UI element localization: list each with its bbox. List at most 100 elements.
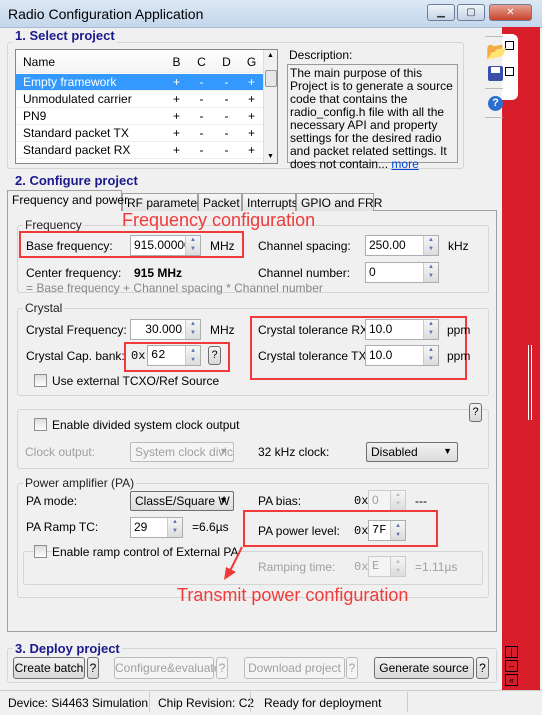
cell-b: + [172,75,180,89]
channel-number-label: Channel number: [258,266,351,280]
download-help-button[interactable]: ? [346,657,358,679]
tolerance-tx-input[interactable]: 10.0 ▲ ▼ [365,345,439,366]
power-annotation: Transmit power configuration [177,585,409,605]
column-d[interactable]: D [214,55,239,69]
more-link[interactable]: more [391,157,418,171]
configure-help-button[interactable]: ? [216,657,228,679]
tolerance-rx-label: Crystal tolerance RX: [258,323,372,337]
status-state: Ready for deployment [264,696,382,710]
project-table[interactable]: Name B C D G Empty framework + - - + Unmodula… [15,49,278,164]
cell-d: - [224,109,229,123]
save-icon[interactable] [488,66,503,81]
spinner[interactable]: ▲ ▼ [185,236,200,255]
status-chip-revision: Chip Revision: C2 [158,696,255,710]
divided-clock-label: Enable divided system clock output [52,418,242,432]
spinner[interactable]: ▲ ▼ [423,320,438,339]
collapse-button[interactable]: « [505,674,518,686]
pa-power-input[interactable]: 7F ▲ ▼ [368,520,406,541]
unit-label: ppm [447,349,471,363]
maximize-button[interactable]: ▢ [457,4,485,21]
create-batch-help-button[interactable]: ? [87,657,99,679]
channel-number-input[interactable]: 0 ▲ ▼ [365,262,439,283]
tcxo-checkbox[interactable] [34,374,47,387]
tab-rf-parameters[interactable]: RF parameters [122,193,207,211]
channel-spacing-label: Channel spacing: [258,239,351,253]
table-scrollbar[interactable]: ▲ ▼ [263,50,277,163]
pa-bias-label: PA bias: [258,494,302,508]
base-frequency-input[interactable]: 915.00000 ▲ ▼ [130,235,201,256]
close-button[interactable]: ✕ [489,4,532,21]
tab-gpio-and-frr[interactable]: GPIO and FRR [296,193,382,211]
cell-d: - [224,92,229,106]
table-row[interactable]: Standard packet RX + - - + [16,142,263,159]
clock-output-select[interactable]: System clock divic ▼ [130,442,234,462]
clock-help-button[interactable]: ? [469,403,482,422]
minimize-button[interactable]: ▁ [427,4,455,21]
k32-clock-select[interactable]: Disabled ▼ [366,442,458,462]
center-frequency-value: 915 MHz [134,266,183,280]
pa-bias-extra: --- [415,494,427,508]
spinner[interactable]: ▲ ▼ [423,236,438,255]
cell-g: + [247,92,255,106]
hex-prefix: 0x [131,349,146,363]
panel-button[interactable]: – [505,660,518,672]
tolerance-tx-label: Crystal tolerance TX: [258,349,370,363]
cap-bank-help-button[interactable]: ? [208,346,221,365]
ramping-time-input[interactable]: E ▲ ▼ [368,556,406,577]
spinner[interactable]: ▲ ▼ [185,346,200,365]
hex-prefix: 0x [354,560,369,574]
cap-bank-label: Crystal Cap. bank: [26,349,125,363]
panel-button[interactable]: | [505,646,518,658]
pa-ramp-input[interactable]: 29 ▲ ▼ [130,517,183,538]
folder-open-icon[interactable]: 📂 [486,42,507,62]
center-frequency-label: Center frequency: [26,266,122,280]
spinner[interactable]: ▲ ▼ [185,320,200,339]
tolerance-rx-input[interactable]: 10.0 ▲ ▼ [365,319,439,340]
help-icon[interactable]: ? [488,96,503,111]
cap-bank-input[interactable]: 62 ▲ ▼ [147,345,201,366]
table-row[interactable]: Empty framework + - - + [16,74,263,91]
table-row[interactable]: PN9 + - - + [16,108,263,125]
splitter-handle[interactable] [528,345,532,420]
section-title: 3. Deploy project [13,641,122,656]
column-b[interactable]: B [164,55,189,69]
channel-spacing-input[interactable]: 250.00 ▲ ▼ [365,235,439,256]
spinner[interactable]: ▲ ▼ [423,263,438,282]
tab-interrupts[interactable]: Interrupts [242,193,298,211]
create-batch-button[interactable]: Create batch [13,657,85,679]
formula-text: = Base frequency + Channel spacing * Cha… [26,281,323,295]
generate-source-button[interactable]: Generate source [374,657,474,679]
cell-d: - [224,143,229,157]
status-device: Device: Si4463 Simulation [8,696,149,710]
ext-pa-checkbox[interactable] [34,545,47,558]
download-project-button[interactable]: Download project [244,657,345,679]
column-c[interactable]: C [189,55,214,69]
configure-evaluate-button[interactable]: Configure&evaluate [114,657,220,679]
hex-prefix: 0x [354,494,369,508]
pa-bias-input[interactable]: 0 ▲ ▼ [368,490,406,511]
cell-c: - [199,109,204,123]
crystal-frequency-input[interactable]: 30.000 ▲ ▼ [130,319,201,340]
pa-mode-select[interactable]: ClassE/Square W ▼ [130,491,234,511]
ramping-time-label: Ramping time: [258,560,336,574]
spinner[interactable]: ▲ ▼ [167,518,182,537]
cell-g: + [247,126,255,140]
column-g[interactable]: G [239,55,264,69]
divided-clock-checkbox[interactable] [34,418,47,431]
generate-help-button[interactable]: ? [476,657,489,679]
cell-name: PN9 [23,109,47,123]
tab-frequency-and-power[interactable]: Frequency and power [7,190,128,211]
spinner[interactable]: ▲ ▼ [423,346,438,365]
base-frequency-label: Base frequency: [26,239,113,253]
spinner[interactable]: ▲ ▼ [390,557,405,576]
table-row[interactable]: Standard packet TX + - - + [16,125,263,142]
cell-name: Unmodulated carrier [23,92,132,106]
tab-packet[interactable]: Packet [198,193,242,211]
section-title: 1. Select project [13,28,117,43]
spinner[interactable]: ▲ ▼ [390,521,405,540]
cell-g: + [247,109,255,123]
table-row[interactable]: Unmodulated carrier + - - + [16,91,263,108]
spinner[interactable]: ▲ ▼ [390,491,405,510]
column-name[interactable]: Name [23,55,55,69]
cell-b: + [172,92,180,106]
